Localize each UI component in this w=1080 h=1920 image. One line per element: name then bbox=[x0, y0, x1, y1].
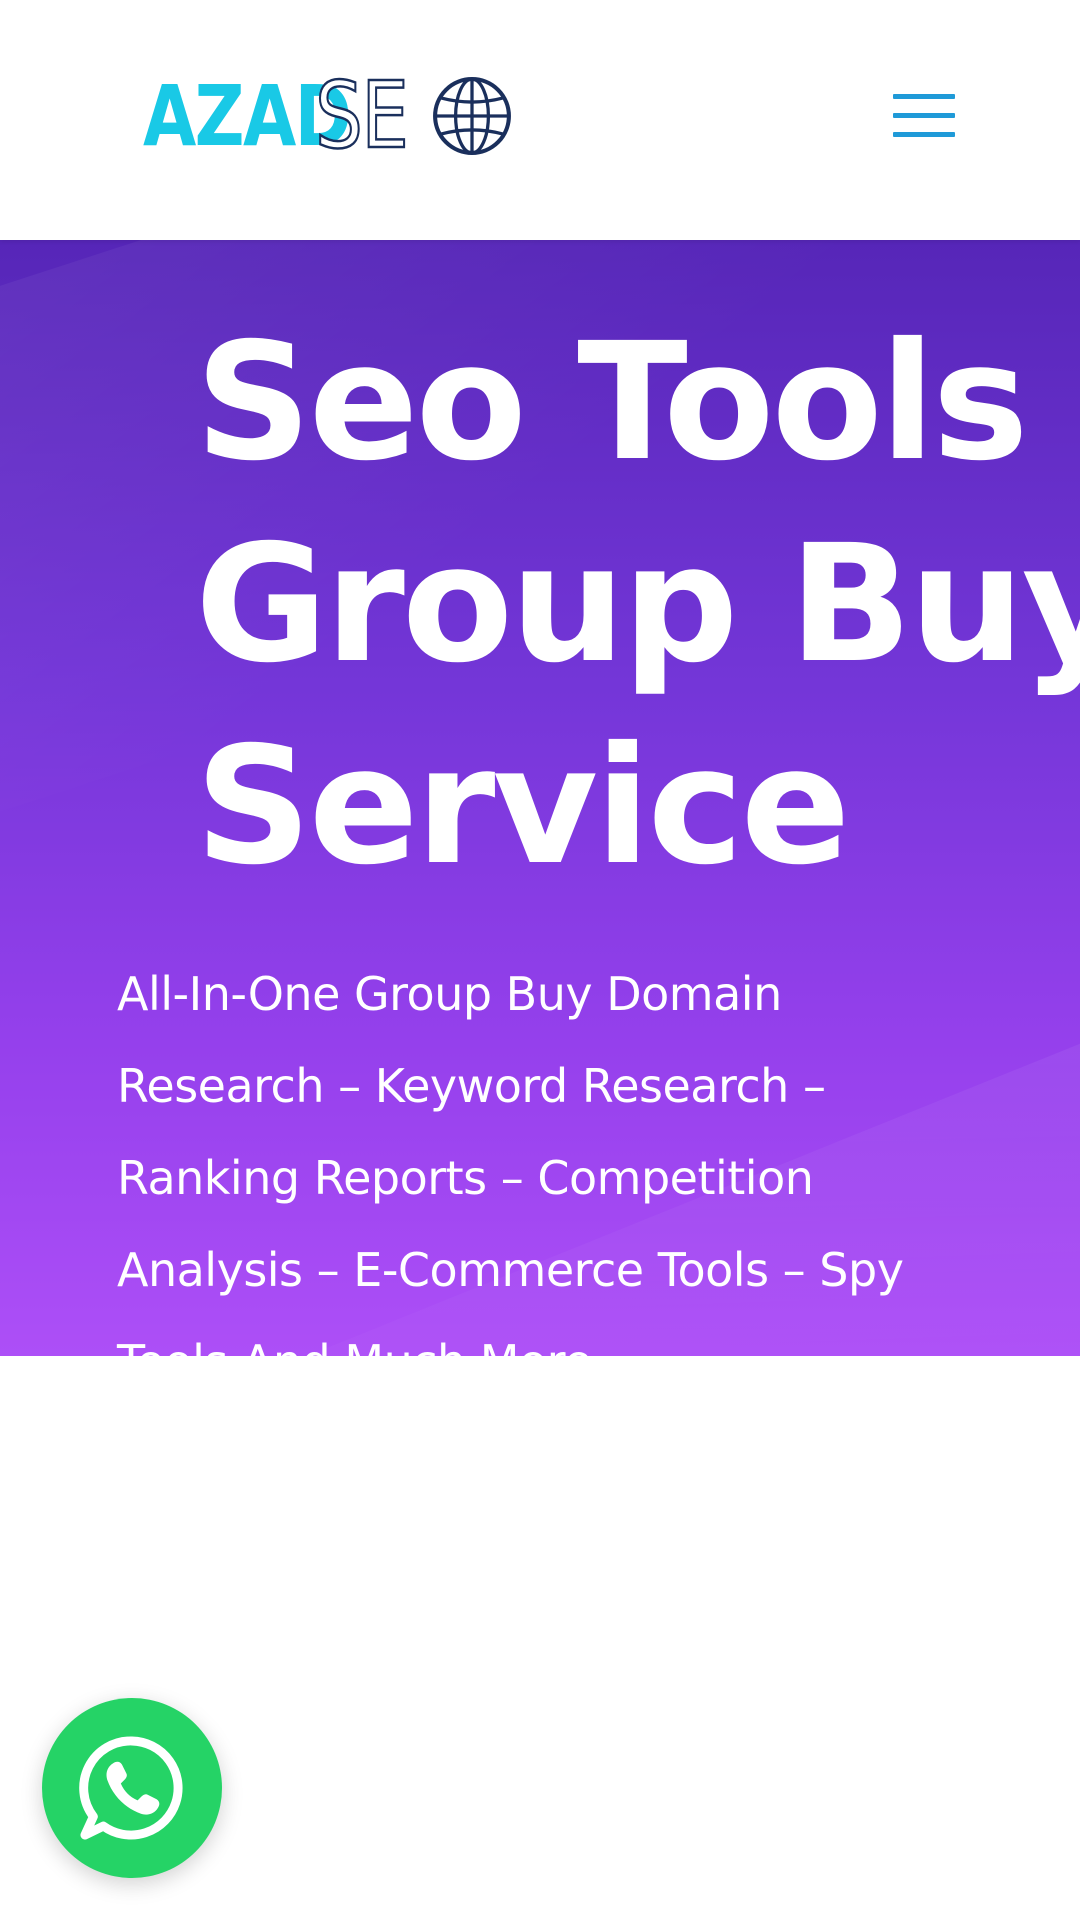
whatsapp-chat-button[interactable] bbox=[42, 1698, 222, 1878]
hero-subtitle-line: All-In-One Group Buy Domain bbox=[117, 967, 782, 1021]
hero-title-line: Service bbox=[195, 713, 850, 901]
site-logo[interactable]: AZAD SE bbox=[143, 62, 513, 169]
menu-bar-bottom bbox=[893, 132, 955, 137]
logo-text-azad: AZAD bbox=[143, 67, 352, 165]
whatsapp-icon bbox=[79, 1736, 183, 1840]
hamburger-menu-icon[interactable] bbox=[893, 94, 955, 138]
logo-text-se: SE bbox=[314, 62, 410, 169]
menu-bar-middle bbox=[893, 113, 955, 118]
hero-title-line: Group Buy bbox=[195, 511, 1080, 699]
hero-section: Seo Tools Group Buy Service All-In-One G… bbox=[0, 240, 1080, 1356]
hero-subtitle-line: Tools And Much More bbox=[117, 1316, 1017, 1356]
menu-bar-top bbox=[893, 94, 955, 99]
page: AZAD SE Seo Tools Group Buy Service All-… bbox=[0, 0, 1080, 1920]
hero-subtitle: All-In-One Group Buy Domain Research – K… bbox=[117, 948, 1017, 1356]
globe-icon bbox=[433, 77, 511, 155]
hero-subtitle-line: Ranking Reports – Competition bbox=[117, 1151, 814, 1205]
hero-title: Seo Tools Group Buy Service bbox=[195, 302, 1080, 908]
site-header: AZAD SE bbox=[0, 0, 1080, 240]
hero-subtitle-line: Analysis – E-Commerce Tools – Spy bbox=[117, 1243, 904, 1297]
hero-subtitle-line: Research – Keyword Research – bbox=[117, 1059, 826, 1113]
hero-title-line: Seo Tools bbox=[195, 309, 1029, 497]
